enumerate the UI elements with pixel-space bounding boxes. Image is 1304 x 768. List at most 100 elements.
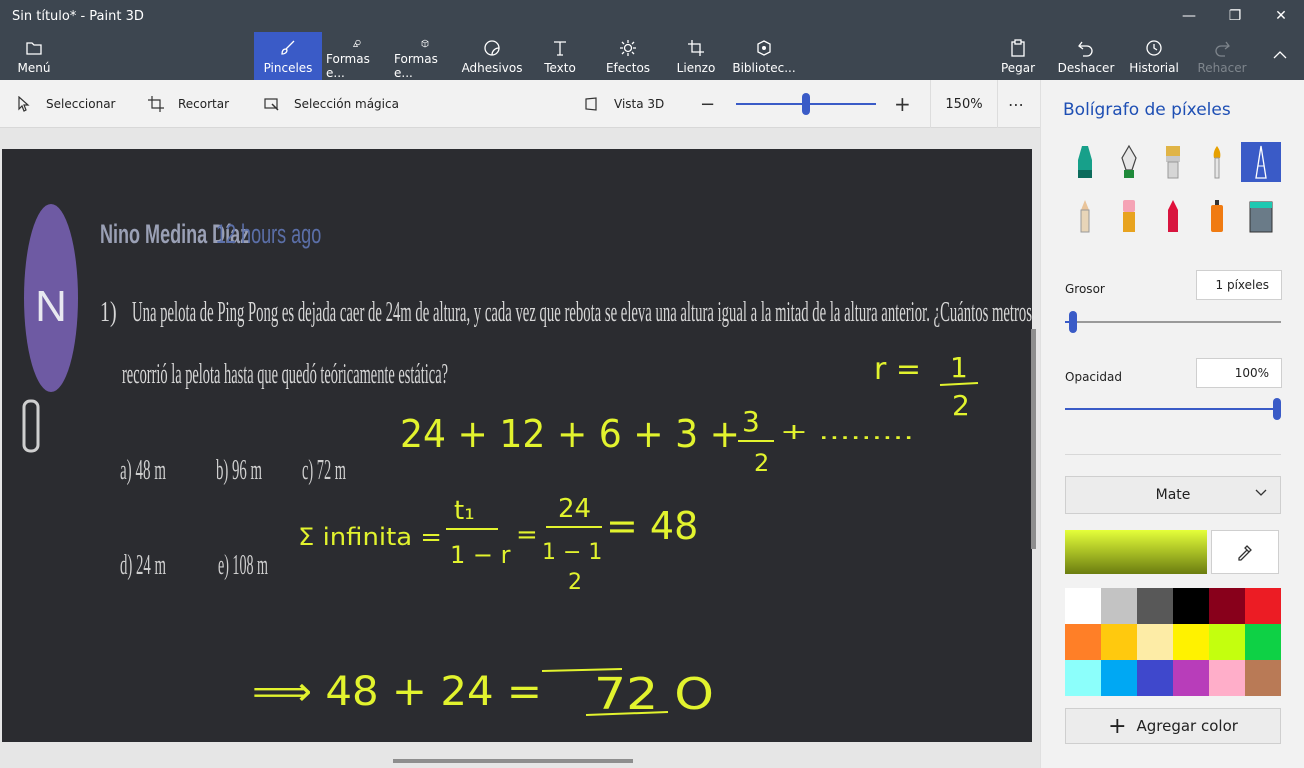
zoom-slider-thumb[interactable]: [802, 93, 810, 115]
watercolor-brush[interactable]: [1197, 142, 1237, 182]
eraser-brush[interactable]: [1109, 196, 1149, 236]
palette-color-11[interactable]: [1209, 624, 1245, 660]
select-button[interactable]: Seleccionar: [16, 80, 115, 128]
palette-color-15[interactable]: [1137, 660, 1173, 696]
palette-color-17[interactable]: [1209, 660, 1245, 696]
palette-color-8[interactable]: [1101, 624, 1137, 660]
canvas-crop-icon: [688, 40, 704, 56]
redo-button[interactable]: Rehacer: [1196, 32, 1248, 80]
stickers-label: Adhesivos: [461, 61, 523, 75]
add-color-label: Agregar color: [1136, 717, 1238, 735]
brush-panel: Bolígrafo de píxeles Grosor 1 píxeles Op…: [1040, 80, 1304, 768]
option-b: b) 96 m: [216, 455, 262, 486]
drawing-canvas[interactable]: N Nino Medina Díaz 12 hours ago 1) Una p…: [2, 149, 1032, 742]
question-line-2: recorrió la pelota hasta que quedó teóri…: [122, 359, 448, 390]
undo-button[interactable]: Deshacer: [1058, 32, 1114, 80]
tab-library[interactable]: Bibliotec...: [732, 32, 796, 80]
palette-color-13[interactable]: [1065, 660, 1101, 696]
tab-shapes-2d[interactable]: Formas e...: [326, 32, 388, 80]
palette-color-10[interactable]: [1173, 624, 1209, 660]
library-icon: [757, 40, 771, 56]
palette-color-3[interactable]: [1137, 588, 1173, 624]
series-expression: 24 + 12 + 6 + 3 +: [400, 412, 740, 456]
palette-color-5[interactable]: [1209, 588, 1245, 624]
crayon-brush[interactable]: [1153, 196, 1193, 236]
equals-1: =: [516, 520, 538, 550]
palette-color-12[interactable]: [1245, 624, 1281, 660]
option-c: c) 72 m: [302, 455, 346, 486]
palette-color-4[interactable]: [1173, 588, 1209, 624]
finish-select-value: Mate: [1155, 487, 1191, 503]
palette-color-18[interactable]: [1245, 660, 1281, 696]
opacity-slider[interactable]: [1065, 398, 1281, 420]
palette-color-2[interactable]: [1101, 588, 1137, 624]
zoom-in-button[interactable]: +: [894, 80, 911, 128]
zoom-slider[interactable]: [736, 80, 876, 128]
eyedropper-button[interactable]: [1211, 530, 1279, 574]
finish-select[interactable]: Mate: [1065, 476, 1281, 514]
tab-brushes[interactable]: Pinceles: [254, 32, 322, 80]
brush-icon: [281, 40, 295, 55]
redo-icon: [1215, 41, 1230, 57]
sum-denominator: 1 − r: [450, 541, 511, 569]
shapes-3d-label: Formas e...: [394, 52, 438, 80]
palette-color-9[interactable]: [1137, 624, 1173, 660]
add-color-button[interactable]: + Agregar color: [1065, 708, 1281, 744]
magic-select-button[interactable]: Selección mágica: [264, 80, 399, 128]
palette-color-7[interactable]: [1065, 624, 1101, 660]
horizontal-scrollbar[interactable]: [393, 759, 633, 763]
sub-toolbar: Seleccionar Recortar Selección mágica Vi…: [0, 80, 1040, 128]
magic-select-label: Selección mágica: [294, 97, 399, 111]
palette-color-1[interactable]: [1065, 588, 1101, 624]
menu-button[interactable]: Menú: [8, 32, 60, 80]
close-button[interactable]: ✕: [1258, 0, 1304, 32]
palette-color-14[interactable]: [1101, 660, 1137, 696]
tab-text[interactable]: Texto: [536, 32, 584, 80]
palette-color-16[interactable]: [1173, 660, 1209, 696]
watercolor-icon: [1213, 146, 1221, 179]
marker-icon: [1078, 146, 1092, 178]
thickness-input[interactable]: 1 píxeles: [1196, 270, 1282, 300]
view-3d-button[interactable]: Vista 3D: [584, 80, 664, 128]
view-3d-label: Vista 3D: [614, 97, 665, 111]
panel-title: Bolígrafo de píxeles: [1063, 100, 1231, 120]
tab-stickers[interactable]: Adhesivos: [462, 32, 522, 80]
more-options-button[interactable]: ⋯: [1008, 80, 1024, 128]
cube-icon: [421, 39, 429, 48]
tab-shapes-3d[interactable]: Formas e...: [394, 32, 456, 80]
pixel-pen-brush[interactable]: [1241, 142, 1281, 182]
zoom-slider-track: [736, 93, 876, 115]
title-bar: Sin título* - Paint 3D — ❐ ✕ Menú Pincel…: [0, 0, 1304, 80]
fill-bucket-brush[interactable]: [1241, 196, 1281, 236]
chevron-up-icon: [1273, 51, 1287, 59]
crop-button[interactable]: Recortar: [148, 80, 229, 128]
history-button[interactable]: Historial: [1128, 32, 1180, 80]
thickness-slider[interactable]: [1065, 311, 1281, 333]
palette-color-6[interactable]: [1245, 588, 1281, 624]
zoom-percentage[interactable]: 150%: [930, 80, 998, 128]
zoom-out-button[interactable]: −: [700, 80, 715, 128]
folder-icon: [26, 42, 42, 55]
marker-brush[interactable]: [1065, 142, 1105, 182]
calligraphy-pen-brush[interactable]: [1109, 142, 1149, 182]
color-palette: [1065, 588, 1281, 696]
minimize-button[interactable]: —: [1166, 0, 1212, 32]
paste-button[interactable]: Pegar: [996, 32, 1040, 80]
opacity-slider-thumb[interactable]: [1273, 398, 1281, 420]
maximize-button[interactable]: ❐: [1212, 0, 1258, 32]
canvas-area: N Nino Medina Díaz 12 hours ago 1) Una p…: [0, 129, 1040, 768]
eq-numerator: 24: [558, 494, 591, 524]
tab-canvas[interactable]: Lienzo: [672, 32, 720, 80]
spray-can-brush[interactable]: [1197, 196, 1237, 236]
tab-effects[interactable]: Efectos: [602, 32, 654, 80]
opacity-input[interactable]: 100%: [1196, 358, 1282, 388]
more-icon: ⋯: [1008, 94, 1024, 114]
vertical-scrollbar[interactable]: [1031, 329, 1036, 549]
current-color-swatch[interactable]: [1065, 530, 1207, 574]
pencil-brush[interactable]: [1065, 196, 1105, 236]
thickness-slider-thumb[interactable]: [1069, 311, 1077, 333]
oil-brush[interactable]: [1153, 142, 1193, 182]
plus-icon: +: [1108, 713, 1127, 739]
magic-select-icon: [264, 98, 279, 111]
collapse-toolbar-button[interactable]: [1260, 32, 1300, 80]
